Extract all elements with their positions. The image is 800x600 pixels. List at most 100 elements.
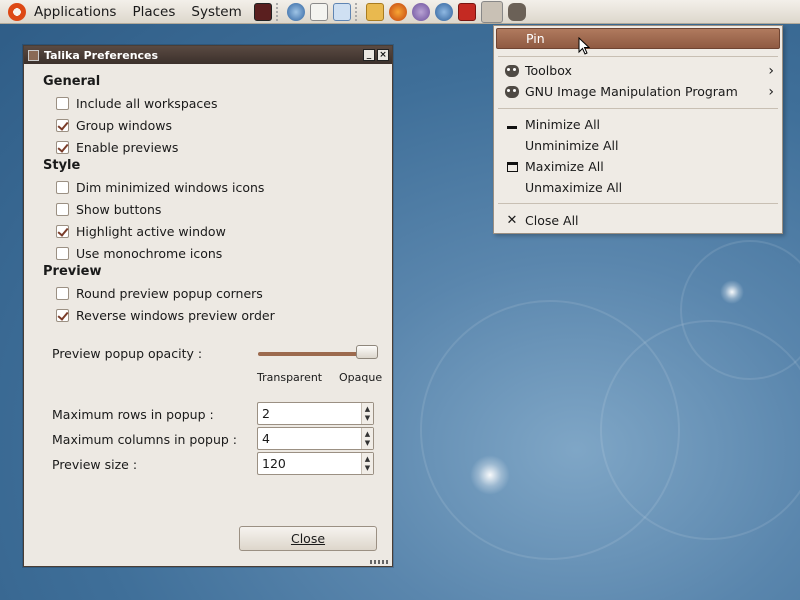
window-titlebar[interactable]: Talika Preferences _ × bbox=[24, 46, 392, 64]
update-icon[interactable] bbox=[286, 2, 305, 21]
checkbox[interactable] bbox=[56, 140, 69, 154]
option-label: Highlight active window bbox=[76, 223, 226, 239]
menu-item-close-all[interactable]: ✕ Close All bbox=[496, 210, 780, 231]
section-preview: Preview Round preview popup corners Reve… bbox=[43, 264, 374, 326]
checkbox[interactable] bbox=[56, 224, 69, 238]
close-window-button[interactable]: × bbox=[377, 49, 389, 61]
close-button[interactable]: Close bbox=[239, 526, 377, 551]
menu-item-label: Close All bbox=[525, 213, 579, 228]
menu-separator bbox=[498, 203, 778, 204]
option-label: Enable previews bbox=[76, 139, 179, 155]
option-label: Round preview popup corners bbox=[76, 285, 263, 301]
option-show-buttons[interactable]: Show buttons bbox=[43, 198, 374, 220]
section-style: Style Dim minimized windows icons Show b… bbox=[43, 158, 374, 264]
section-title: Style bbox=[43, 158, 81, 173]
option-label: Dim minimized windows icons bbox=[76, 179, 265, 195]
menu-item-pin[interactable]: Pin bbox=[496, 28, 780, 49]
resize-grip[interactable] bbox=[370, 560, 388, 564]
rows-label: Maximum rows in popup : bbox=[52, 407, 214, 422]
option-include-workspaces[interactable]: Include all workspaces bbox=[43, 92, 374, 114]
option-enable-previews[interactable]: Enable previews bbox=[43, 136, 374, 158]
slider-min-label: Transparent bbox=[257, 371, 323, 384]
option-label: Use monochrome icons bbox=[76, 245, 223, 261]
size-setting: Preview size : 120 ▲ ▼ bbox=[43, 452, 374, 477]
checkbox[interactable] bbox=[56, 180, 69, 194]
ubuntu-logo-icon[interactable] bbox=[8, 2, 26, 21]
columns-value[interactable]: 4 bbox=[258, 428, 361, 449]
up-arrow-icon[interactable]: ▲ bbox=[365, 455, 370, 464]
checkbox[interactable] bbox=[56, 286, 69, 300]
up-arrow-icon[interactable]: ▲ bbox=[365, 405, 370, 414]
checkbox[interactable] bbox=[56, 246, 69, 260]
option-highlight-active[interactable]: Highlight active window bbox=[43, 220, 374, 242]
option-dim-minimized[interactable]: Dim minimized windows icons bbox=[43, 176, 374, 198]
checkbox[interactable] bbox=[56, 308, 69, 322]
rows-value[interactable]: 2 bbox=[258, 403, 361, 424]
size-value[interactable]: 120 bbox=[258, 453, 361, 474]
option-reverse-order[interactable]: Reverse windows preview order bbox=[43, 304, 374, 326]
menu-item-maximize-all[interactable]: Maximize All bbox=[496, 156, 780, 177]
opacity-setting: Preview popup opacity : Transparent Opaq… bbox=[43, 338, 382, 388]
app-icon[interactable] bbox=[457, 2, 476, 21]
option-round-corners[interactable]: Round preview popup corners bbox=[43, 282, 374, 304]
menu-item-label: Toolbox bbox=[525, 63, 572, 78]
down-arrow-icon[interactable]: ▼ bbox=[365, 414, 370, 423]
gimp-icon[interactable] bbox=[507, 2, 526, 21]
pidgin-icon[interactable] bbox=[411, 2, 430, 21]
system-menu[interactable]: System bbox=[183, 4, 249, 20]
preferences-content: General Include all workspaces Group win… bbox=[24, 64, 392, 477]
files-icon[interactable] bbox=[365, 2, 384, 21]
checkbox[interactable] bbox=[56, 202, 69, 216]
slider-max-label: Opaque bbox=[339, 371, 383, 384]
gimp-icon bbox=[504, 84, 520, 100]
option-monochrome-icons[interactable]: Use monochrome icons bbox=[43, 242, 374, 264]
mouse-pointer-icon bbox=[578, 37, 590, 55]
spinner-arrows[interactable]: ▲ ▼ bbox=[361, 453, 373, 474]
section-title: Preview bbox=[43, 264, 102, 279]
menu-item-minimize-all[interactable]: Minimize All bbox=[496, 114, 780, 135]
checkbox[interactable] bbox=[56, 96, 69, 110]
window-menu-icon[interactable] bbox=[28, 49, 39, 61]
firefox-icon[interactable] bbox=[388, 2, 407, 21]
menu-item-unmaximize-all[interactable]: Unmaximize All bbox=[496, 177, 780, 198]
checkbox[interactable] bbox=[56, 118, 69, 132]
up-arrow-icon[interactable]: ▲ bbox=[365, 430, 370, 439]
desktop-light bbox=[470, 455, 510, 495]
menu-item-gimp[interactable]: GNU Image Manipulation Program › bbox=[496, 81, 780, 102]
top-panel: Applications Places System bbox=[0, 0, 800, 24]
opacity-label: Preview popup opacity : bbox=[52, 346, 203, 361]
size-label: Preview size : bbox=[52, 457, 138, 472]
minimize-icon bbox=[504, 117, 520, 133]
desktop-light bbox=[720, 280, 744, 304]
terminal-icon[interactable] bbox=[253, 2, 272, 21]
section-general: General Include all workspaces Group win… bbox=[43, 74, 374, 158]
talika-icon[interactable] bbox=[480, 0, 503, 23]
menu-item-label: Unminimize All bbox=[525, 138, 619, 153]
menu-item-label: Unmaximize All bbox=[525, 180, 623, 195]
panel-separator bbox=[354, 2, 357, 21]
network-icon[interactable] bbox=[434, 2, 453, 21]
option-label: Show buttons bbox=[76, 201, 162, 217]
menu-item-label: GNU Image Manipulation Program bbox=[525, 84, 738, 99]
window-title: Talika Preferences bbox=[44, 48, 159, 62]
down-arrow-icon[interactable]: ▼ bbox=[365, 464, 370, 473]
spinner-arrows[interactable]: ▲ ▼ bbox=[361, 403, 373, 424]
menu-item-toolbox[interactable]: Toolbox › bbox=[496, 60, 780, 81]
places-menu[interactable]: Places bbox=[124, 4, 183, 20]
columns-spinner[interactable]: 4 ▲ ▼ bbox=[257, 427, 374, 450]
down-arrow-icon[interactable]: ▼ bbox=[365, 439, 370, 448]
applications-menu[interactable]: Applications bbox=[26, 4, 124, 20]
editor-icon[interactable] bbox=[309, 2, 328, 21]
size-spinner[interactable]: 120 ▲ ▼ bbox=[257, 452, 374, 475]
spinner-arrows[interactable]: ▲ ▼ bbox=[361, 428, 373, 449]
panel-separator bbox=[275, 2, 278, 21]
submenu-arrow-icon: › bbox=[768, 62, 774, 79]
screenshot-icon[interactable] bbox=[332, 2, 351, 21]
minimize-window-button[interactable]: _ bbox=[363, 49, 375, 61]
option-group-windows[interactable]: Group windows bbox=[43, 114, 374, 136]
rows-spinner[interactable]: 2 ▲ ▼ bbox=[257, 402, 374, 425]
maximize-icon bbox=[504, 159, 520, 175]
menu-item-label: Maximize All bbox=[525, 159, 604, 174]
opacity-slider-handle[interactable] bbox=[356, 345, 379, 359]
menu-item-unminimize-all[interactable]: Unminimize All bbox=[496, 135, 780, 156]
